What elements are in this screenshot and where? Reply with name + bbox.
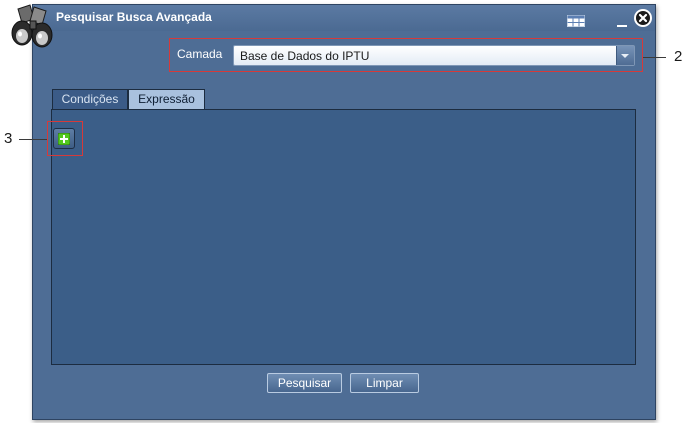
callout-line-layer <box>643 57 666 58</box>
callout-box-layer <box>169 38 643 72</box>
window-title: Pesquisar Busca Avançada <box>56 10 212 24</box>
callout-box-add <box>47 121 83 156</box>
callout-line-add <box>19 139 47 140</box>
close-icon[interactable] <box>633 8 653 28</box>
callout-number-2: 2 <box>674 48 683 65</box>
search-button[interactable]: Pesquisar <box>267 373 342 393</box>
conditions-panel <box>51 109 636 365</box>
callout-number-3: 3 <box>4 130 13 147</box>
binoculars-icon <box>8 3 58 49</box>
tab-expression[interactable]: Expressão <box>128 89 205 109</box>
clear-button[interactable]: Limpar <box>350 373 419 393</box>
window-titlebar[interactable]: Pesquisar Busca Avançada <box>33 5 655 31</box>
tab-conditions[interactable]: Condições <box>52 89 128 109</box>
minimize-icon[interactable] <box>616 14 628 27</box>
grid-icon[interactable] <box>567 12 585 27</box>
